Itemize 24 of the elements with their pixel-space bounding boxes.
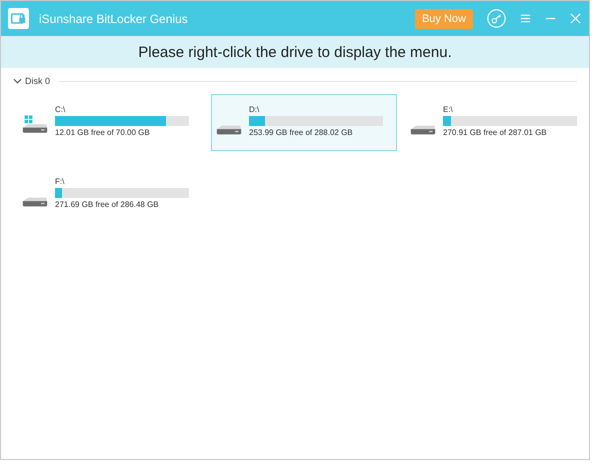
usage-text: 253.99 GB free of 288.02 GB — [249, 128, 354, 137]
drive-name: D:\ — [249, 105, 260, 114]
app-logo-icon — [8, 8, 29, 29]
usage-text: 270.91 GB free of 287.01 GB — [443, 128, 548, 137]
drive-name: C:\ — [55, 105, 66, 114]
chevron-icon[interactable] — [13, 78, 22, 84]
close-icon[interactable] — [570, 13, 581, 24]
drive-name: F:\ — [55, 177, 66, 186]
drive-name: E:\ — [443, 105, 454, 114]
drive-icon — [410, 125, 436, 135]
instruction-text: Please right-click the drive to display the menu. — [138, 44, 452, 60]
drive-icon — [216, 125, 242, 135]
system-drive-icon — [22, 115, 48, 135]
drive-icon — [22, 197, 48, 207]
drive-item[interactable]: E:\ 270.91 GB free of 287.01 GB — [405, 94, 591, 151]
drive-item[interactable]: C:\ 12.01 GB free of 70.00 GB — [17, 94, 203, 151]
usage-text: 12.01 GB free of 70.00 GB — [55, 128, 151, 137]
disk-label: Disk 0 — [25, 76, 50, 86]
menu-icon[interactable] — [520, 13, 531, 24]
drive-item[interactable]: D:\ 253.99 GB free of 288.02 GB — [211, 94, 397, 151]
usage-text: 271.69 GB free of 286.48 GB — [55, 200, 160, 209]
drive-item[interactable]: F:\ 271.69 GB free of 286.48 GB — [17, 166, 203, 223]
key-icon[interactable] — [487, 9, 506, 28]
window-title: iSunshare BitLocker Genius — [39, 12, 188, 26]
